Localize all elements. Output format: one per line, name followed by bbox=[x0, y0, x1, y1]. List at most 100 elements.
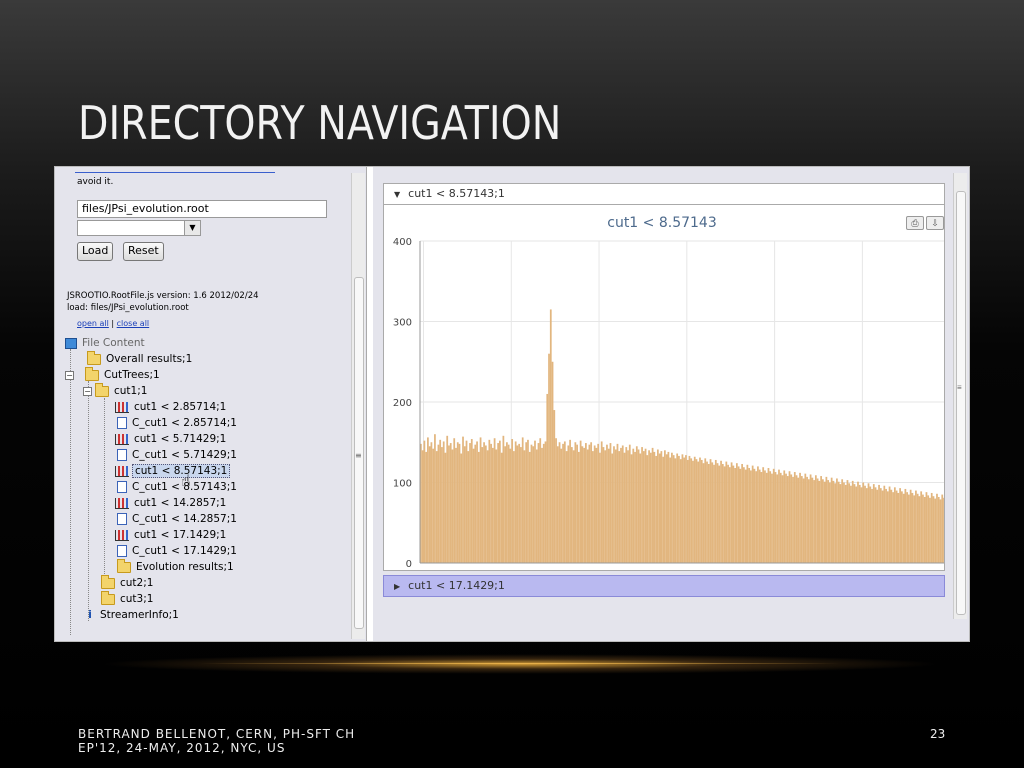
histogram-bar bbox=[713, 464, 715, 563]
page-number: 23 bbox=[930, 727, 946, 741]
link-underline bbox=[75, 172, 275, 173]
histogram-bar bbox=[574, 442, 577, 563]
histogram-bar bbox=[518, 443, 521, 563]
tree-item-canvas[interactable]: C_cut1 < 14.2857;1 bbox=[117, 511, 239, 527]
histogram-bar bbox=[839, 484, 842, 563]
histogram-bar bbox=[511, 439, 514, 563]
folder-icon bbox=[101, 590, 115, 605]
download-icon[interactable]: ⇩ bbox=[926, 216, 944, 230]
tree-item-histogram-selected[interactable]: cut1 < 8.57143;1 bbox=[115, 463, 231, 479]
tree-item-canvas[interactable]: C_cut1 < 2.85714;1 bbox=[117, 415, 239, 431]
tree-item-file-content[interactable]: File Content bbox=[65, 335, 147, 351]
histogram-bar bbox=[613, 446, 615, 563]
histogram-bar bbox=[904, 488, 907, 563]
histogram-bar bbox=[739, 468, 742, 563]
histogram-bar bbox=[804, 473, 807, 563]
histogram-bar bbox=[463, 446, 466, 563]
collapse-toggle-icon[interactable]: − bbox=[65, 370, 74, 380]
histogram-bar bbox=[811, 477, 814, 563]
histogram-bar bbox=[727, 464, 729, 563]
histogram-bar bbox=[779, 472, 782, 563]
collapsed-panel-header[interactable]: ▶ cut1 < 17.1429;1 bbox=[383, 575, 945, 597]
histogram-bar bbox=[743, 467, 745, 563]
tree-item-folder[interactable]: cut2;1 bbox=[101, 574, 155, 591]
tree-item-histogram[interactable]: cut1 < 5.71429;1 bbox=[115, 431, 228, 447]
histogram-bar bbox=[449, 443, 452, 563]
tree-item-folder[interactable]: − cut1;1 bbox=[83, 382, 149, 399]
tree-item-canvas[interactable]: C_cut1 < 5.71429;1 bbox=[117, 447, 239, 463]
folder-icon bbox=[85, 366, 99, 381]
histogram-bar bbox=[799, 472, 801, 563]
print-icon[interactable]: ⎙ bbox=[906, 216, 924, 230]
histogram-bar bbox=[693, 456, 696, 563]
histogram-bar bbox=[609, 443, 612, 563]
folder-icon bbox=[101, 574, 115, 589]
histogram-bar bbox=[618, 451, 621, 563]
histogram-bar bbox=[806, 476, 808, 563]
close-all-link[interactable]: close all bbox=[117, 319, 150, 328]
histogram-bar bbox=[802, 478, 805, 563]
tree-item-histogram[interactable]: cut1 < 17.1429;1 bbox=[115, 527, 228, 543]
histogram-bar bbox=[830, 477, 833, 563]
histogram-bar bbox=[628, 444, 631, 563]
histogram-bar bbox=[709, 459, 712, 563]
histogram-bar bbox=[593, 445, 596, 563]
histogram-bar bbox=[855, 486, 858, 563]
histogram-bar bbox=[479, 437, 482, 563]
left-scrollbar[interactable]: ≡ bbox=[351, 173, 365, 639]
file-path-input[interactable]: files/JPsi_evolution.root bbox=[77, 200, 327, 218]
tree-item-canvas[interactable]: C_cut1 < 17.1429;1 bbox=[117, 543, 239, 559]
histogram-bar bbox=[592, 451, 594, 563]
histogram-bar bbox=[786, 476, 789, 563]
histogram-bar bbox=[862, 482, 865, 563]
histogram-bar bbox=[460, 453, 463, 563]
tree-item-folder[interactable]: cut3;1 bbox=[101, 590, 155, 607]
histogram-bar bbox=[455, 447, 457, 563]
histogram-bar bbox=[778, 469, 780, 563]
histogram-bar bbox=[658, 453, 661, 563]
tree-item-folder[interactable]: Evolution results;1 bbox=[117, 558, 236, 575]
tree-item-folder[interactable]: − CutTrees;1 bbox=[65, 366, 162, 383]
reset-button[interactable]: Reset bbox=[123, 242, 164, 261]
info-icon: i bbox=[88, 608, 92, 621]
histogram-icon bbox=[115, 433, 129, 445]
histogram-bar bbox=[857, 481, 859, 563]
histogram-bar bbox=[642, 451, 645, 563]
histogram-bar bbox=[537, 443, 540, 563]
scrollbar-thumb[interactable] bbox=[956, 191, 966, 615]
right-scrollbar[interactable]: ≡ bbox=[953, 173, 967, 619]
tree-item-streamer-info[interactable]: i StreamerInfo;1 bbox=[85, 607, 181, 623]
histogram-bar bbox=[879, 488, 882, 563]
histogram-bar bbox=[456, 442, 459, 563]
load-button[interactable]: Load bbox=[77, 242, 114, 261]
histogram-bar bbox=[915, 490, 917, 563]
canvas-icon bbox=[117, 481, 127, 493]
tree-item-histogram[interactable]: cut1 < 2.85714;1 bbox=[115, 399, 228, 415]
histogram-bar bbox=[665, 454, 668, 563]
histogram-bar bbox=[498, 440, 501, 563]
histogram-bar bbox=[758, 469, 761, 563]
tree-item-histogram[interactable]: cut1 < 14.2857;1 bbox=[115, 495, 228, 511]
open-panel-header[interactable]: ▼ cut1 < 8.57143;1 bbox=[383, 183, 945, 205]
dropdown-arrow-icon[interactable]: ▼ bbox=[184, 221, 200, 235]
computer-icon bbox=[65, 337, 77, 349]
histogram-bar bbox=[469, 443, 471, 563]
y-tick-label: 100 bbox=[393, 479, 412, 490]
collapse-toggle-icon[interactable]: − bbox=[83, 386, 92, 396]
histogram-bar bbox=[813, 480, 815, 563]
histogram-bar bbox=[523, 450, 526, 563]
histogram-bar bbox=[834, 483, 837, 563]
tree-item-folder[interactable]: Overall results;1 bbox=[87, 350, 194, 367]
chart-title: cut1 < 8.57143 bbox=[607, 215, 717, 231]
histogram-bar bbox=[939, 499, 942, 563]
histogram-bar bbox=[586, 449, 589, 563]
open-all-link[interactable]: open all bbox=[77, 319, 109, 328]
histogram-bar bbox=[864, 485, 866, 563]
histogram-bar bbox=[751, 465, 754, 563]
histogram-bar bbox=[599, 452, 601, 563]
grip-icon: ≡ bbox=[957, 383, 962, 392]
histogram-bar bbox=[764, 470, 766, 563]
tree-connector bbox=[104, 398, 105, 574]
file-select[interactable]: ▼ bbox=[77, 220, 201, 236]
tree-item-canvas[interactable]: C_cut1 < 8.57143;1 bbox=[117, 479, 239, 495]
